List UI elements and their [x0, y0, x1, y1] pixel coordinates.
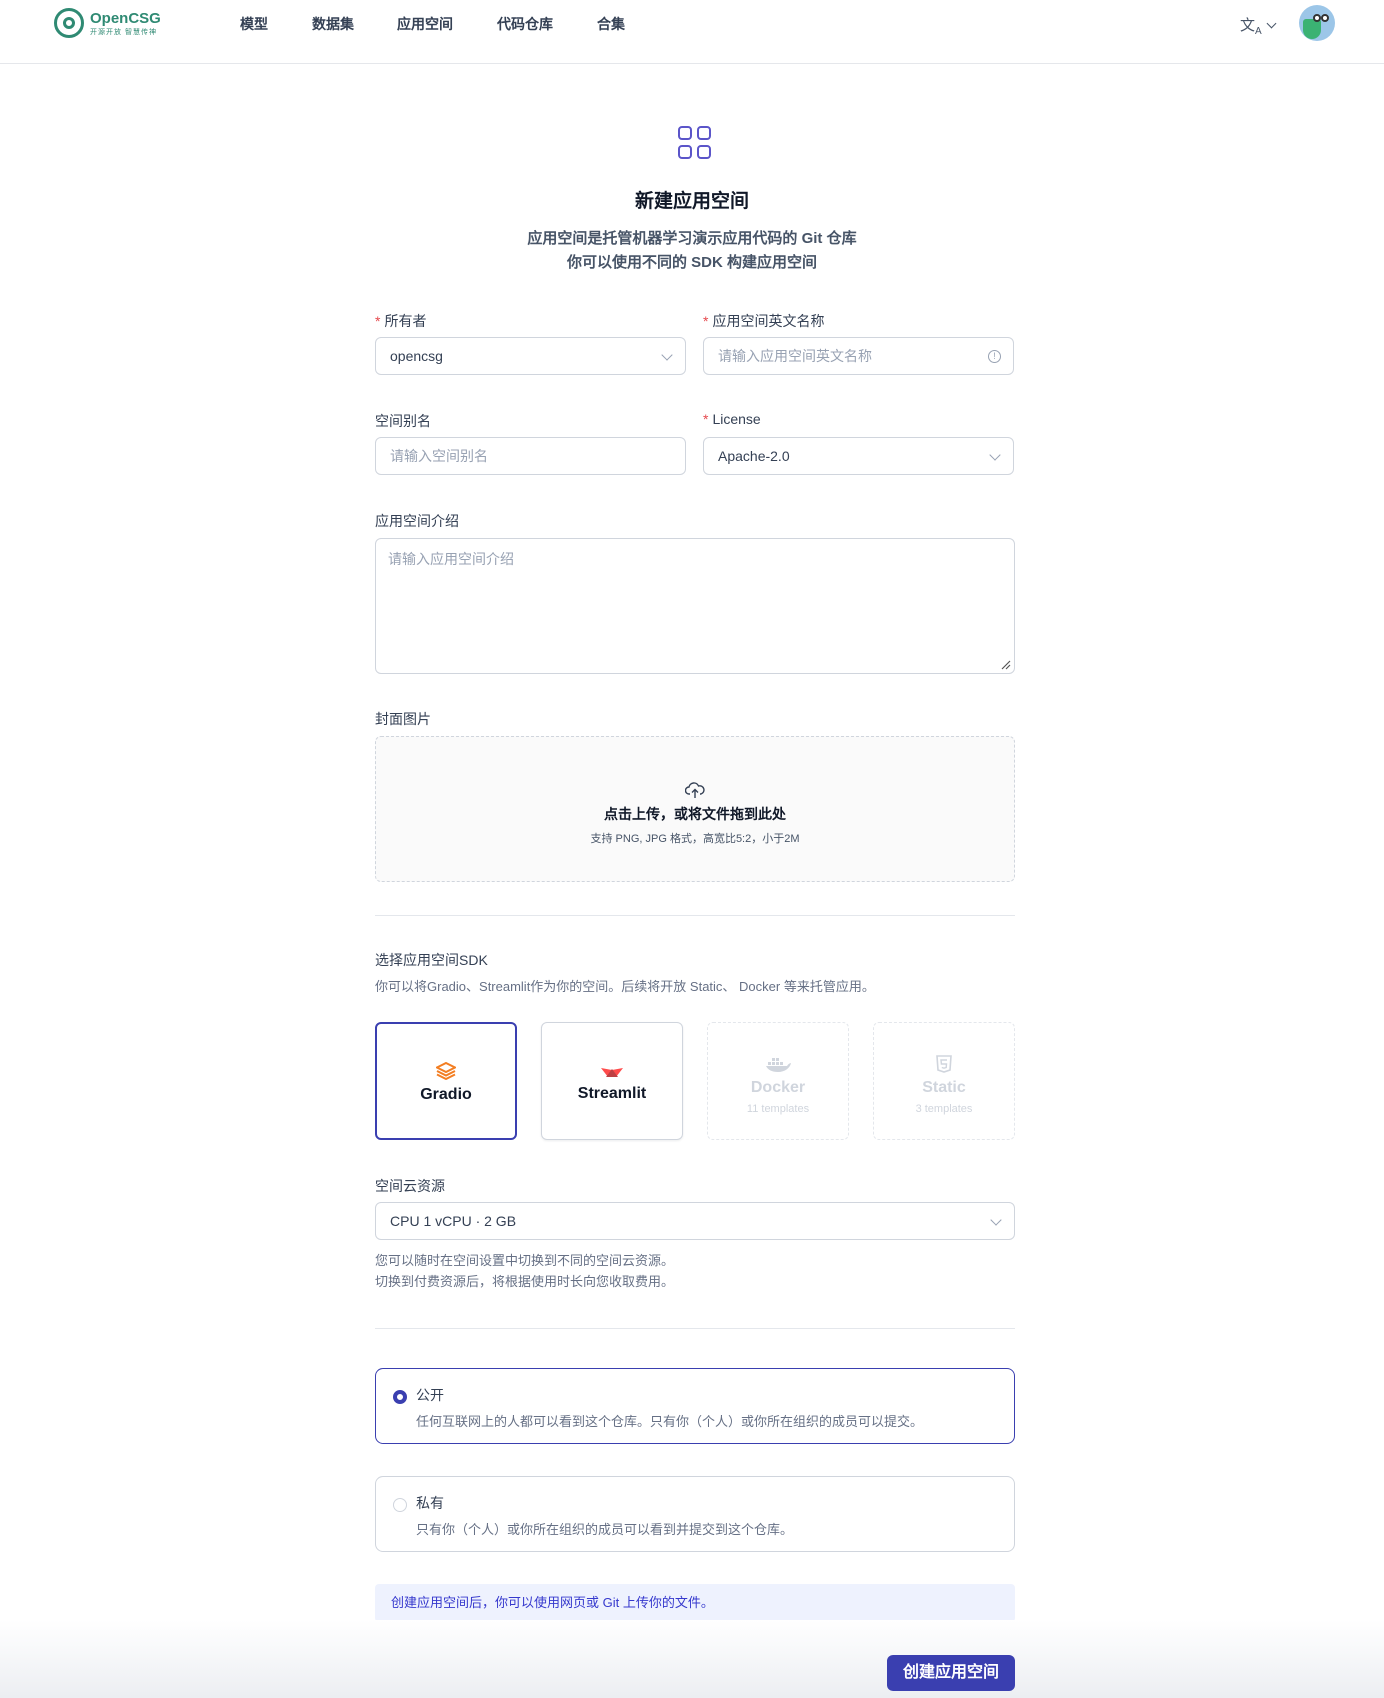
radio-unselected-icon[interactable] — [393, 1498, 407, 1512]
nav-item-datasets[interactable]: 数据集 — [312, 14, 354, 34]
description-placeholder: 请输入应用空间介绍 — [388, 551, 514, 567]
resource-hint-line2: 切换到付费资源后，将根据使用时长向您收取费用。 — [375, 1274, 675, 1289]
logo-mark-icon — [54, 8, 84, 38]
sdk-option-name: Docker — [750, 1079, 806, 1096]
language-switcher[interactable]: 文A — [1240, 14, 1277, 37]
sdk-option-static: Static 3 templates — [873, 1022, 1015, 1140]
info-icon[interactable]: ! — [988, 350, 1001, 363]
page-subtitle-line1: 应用空间是托管机器学习演示应用代码的 Git 仓库 — [527, 230, 857, 247]
nav-item-spaces[interactable]: 应用空间 — [397, 14, 453, 34]
page-subtitle-line2: 你可以使用不同的 SDK 构建应用空间 — [566, 254, 817, 271]
space-name-placeholder: 请输入应用空间英文名称 — [718, 348, 872, 364]
gradio-icon — [436, 1062, 456, 1080]
visibility-public-title: 公开 — [416, 1387, 444, 1403]
visibility-private-option[interactable]: 私有 只有你（个人）或你所在组织的成员可以看到并提交到这个仓库。 — [375, 1476, 1015, 1552]
avatar-shield-icon — [1303, 19, 1321, 39]
streamlit-icon — [601, 1068, 623, 1077]
alias-placeholder: 请输入空间别名 — [390, 448, 488, 464]
avatar-eye-right — [1321, 14, 1329, 22]
logo-name: OpenCSG — [90, 9, 161, 27]
upload-hint: 支持 PNG, JPG 格式，高宽比5:2，小于2M — [590, 833, 800, 845]
radio-selected-icon[interactable] — [393, 1390, 407, 1404]
top-navbar: OpenCSG 开源开放 智慧传神 模型 数据集 应用空间 代码仓库 合集 文A — [0, 0, 1384, 64]
nav-item-code[interactable]: 代码仓库 — [497, 14, 553, 34]
footer-area — [0, 1620, 1384, 1698]
owner-select-value: opencsg — [390, 348, 443, 364]
description-textarea[interactable]: 请输入应用空间介绍 — [375, 538, 1015, 674]
license-select[interactable]: Apache-2.0 — [703, 437, 1014, 475]
resource-select[interactable]: CPU 1 vCPU · 2 GB — [375, 1202, 1015, 1240]
translate-icon: 文A — [1240, 17, 1262, 37]
owner-label: * 所有者 — [375, 313, 427, 329]
sdk-label: 选择应用空间SDK — [375, 952, 488, 968]
space-name-label: * 应用空间英文名称 — [703, 313, 825, 329]
chevron-down-icon — [990, 1214, 1002, 1226]
resize-handle-icon[interactable] — [999, 658, 1011, 670]
avatar[interactable] — [1299, 5, 1335, 41]
chevron-down-icon — [1266, 18, 1277, 29]
alias-label: 空间别名 — [375, 413, 431, 429]
sdk-option-name: Streamlit — [577, 1085, 647, 1102]
cloud-upload-icon — [684, 782, 705, 798]
owner-select[interactable]: opencsg — [375, 337, 686, 375]
nav-item-models[interactable]: 模型 — [240, 14, 268, 34]
resource-select-value: CPU 1 vCPU · 2 GB — [390, 1213, 517, 1229]
page-title: 新建应用空间 — [634, 191, 749, 212]
divider — [375, 915, 1015, 916]
resource-label: 空间云资源 — [375, 1178, 445, 1194]
avatar-eye-left — [1313, 14, 1321, 22]
upload-text: 点击上传，或将文件拖到此处 — [604, 806, 786, 822]
cover-label: 封面图片 — [375, 711, 431, 727]
space-name-input[interactable]: 请输入应用空间英文名称 ! — [703, 337, 1014, 375]
sdk-option-streamlit[interactable]: Streamlit — [541, 1022, 683, 1140]
logo-tagline: 开源开放 智慧传神 — [90, 28, 157, 36]
chevron-down-icon — [989, 449, 1001, 461]
resource-hint: 您可以随时在空间设置中切换到不同的空间云资源。 切换到付费资源后，将根据使用时长… — [375, 1250, 674, 1292]
alias-input[interactable]: 请输入空间别名 — [375, 437, 686, 475]
visibility-private-desc: 只有你（个人）或你所在组织的成员可以看到并提交到这个仓库。 — [416, 1522, 794, 1537]
docker-icon — [766, 1058, 791, 1072]
description-label: 应用空间介绍 — [375, 513, 459, 529]
info-notice: 创建应用空间后，你可以使用网页或 Git 上传你的文件。 — [375, 1584, 1015, 1622]
nav-item-collections[interactable]: 合集 — [597, 14, 625, 34]
license-label: * License — [703, 411, 761, 427]
sdk-option-name: Gradio — [420, 1086, 472, 1103]
html5-icon — [936, 1055, 952, 1073]
resource-hint-line1: 您可以随时在空间设置中切换到不同的空间云资源。 — [375, 1253, 675, 1268]
sdk-hint: 你可以将Gradio、Streamlit作为你的空间。后续将开放 Static、… — [375, 979, 875, 994]
sdk-option-gradio[interactable]: Gradio — [375, 1022, 517, 1140]
divider — [375, 1328, 1015, 1329]
visibility-public-option[interactable]: 公开 任何互联网上的人都可以看到这个仓库。只有你（个人）或你所在组织的成员可以提… — [375, 1368, 1015, 1444]
sdk-option-name: Static — [922, 1079, 966, 1096]
cover-upload-dropzone[interactable]: 点击上传，或将文件拖到此处 支持 PNG, JPG 格式，高宽比5:2，小于2M — [375, 736, 1015, 882]
sdk-option-docker: Docker 11 templates — [707, 1022, 849, 1140]
visibility-private-title: 私有 — [416, 1495, 444, 1511]
visibility-public-desc: 任何互联网上的人都可以看到这个仓库。只有你（个人）或你所在组织的成员可以提交。 — [416, 1414, 924, 1429]
grid-icon — [678, 126, 712, 160]
chevron-down-icon — [661, 349, 673, 361]
sdk-option-templates: 3 templates — [915, 1103, 973, 1115]
create-space-button[interactable]: 创建应用空间 — [887, 1655, 1015, 1691]
opencsg-logo[interactable]: OpenCSG 开源开放 智慧传神 — [54, 8, 161, 38]
sdk-option-templates: 11 templates — [746, 1103, 810, 1115]
license-select-value: Apache-2.0 — [718, 448, 790, 464]
